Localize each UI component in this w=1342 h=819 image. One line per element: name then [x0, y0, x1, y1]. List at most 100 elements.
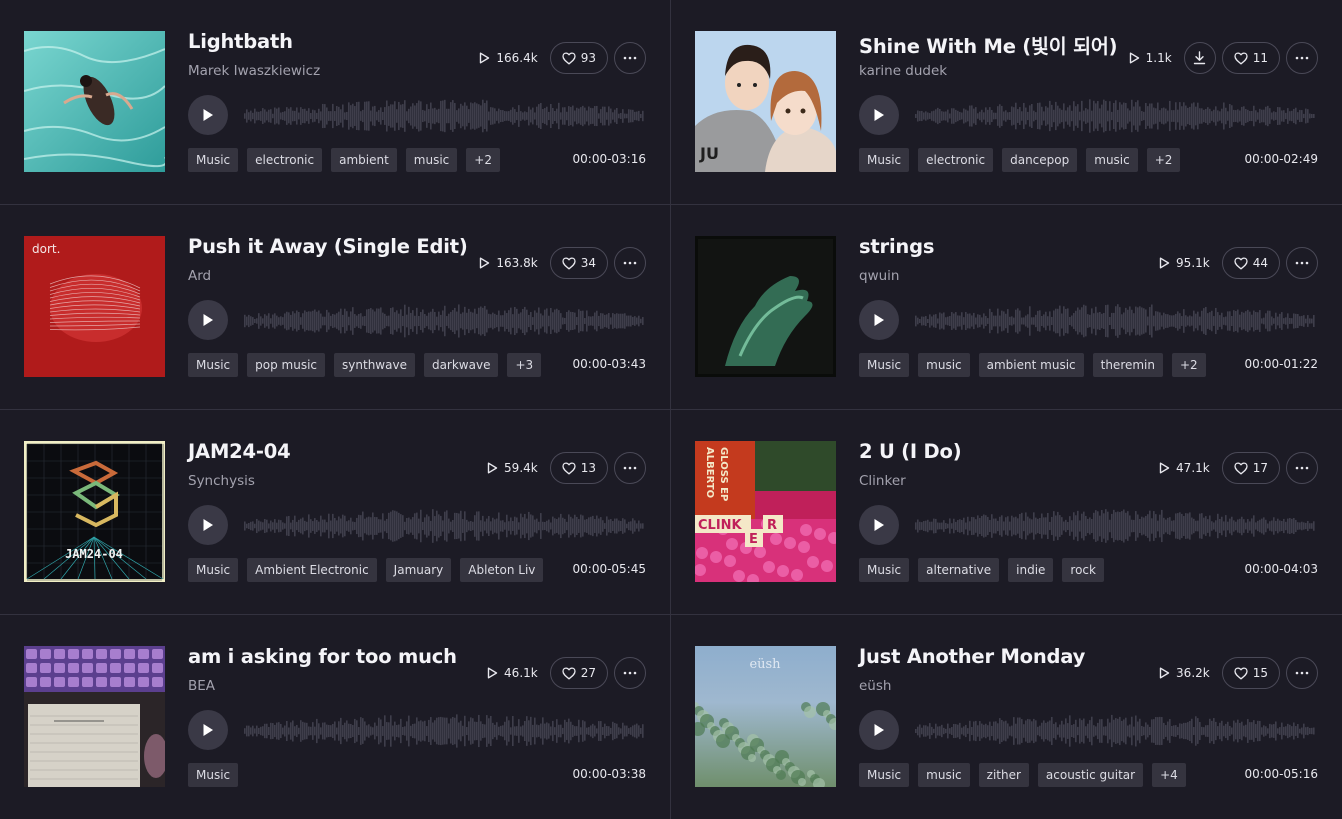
- more-tags-chip[interactable]: +2: [1172, 353, 1206, 377]
- download-button[interactable]: [1183, 42, 1216, 74]
- waveform-bar: [1173, 725, 1175, 737]
- waveform-bar: [1243, 519, 1245, 533]
- waveform-bar: [290, 314, 292, 328]
- album-art[interactable]: ALBERTO GLOSS EP CLINK R E: [695, 441, 836, 582]
- tag-chip[interactable]: theremin: [1092, 353, 1163, 377]
- tag-chip[interactable]: Music: [859, 353, 910, 377]
- more-options-button[interactable]: [1286, 247, 1318, 279]
- album-art[interactable]: [695, 236, 836, 377]
- track-title[interactable]: strings: [859, 235, 934, 258]
- waveform[interactable]: [244, 508, 644, 544]
- play-button[interactable]: [188, 505, 228, 545]
- track-artist[interactable]: eüsh: [859, 678, 891, 694]
- more-tags-chip[interactable]: +2: [466, 148, 500, 172]
- track-title[interactable]: Push it Away (Single Edit): [188, 235, 468, 258]
- waveform-bar: [1155, 311, 1157, 331]
- tag-chip[interactable]: Jamuary: [385, 558, 452, 582]
- play-button[interactable]: [859, 95, 899, 135]
- like-button[interactable]: 27: [549, 657, 608, 689]
- like-button[interactable]: 15: [1221, 657, 1280, 689]
- tag-chip[interactable]: dancepop: [1002, 148, 1078, 172]
- tag-chip[interactable]: Music: [859, 558, 910, 582]
- track-title[interactable]: am i asking for too much: [188, 645, 457, 668]
- track-artist[interactable]: Synchysis: [188, 473, 255, 489]
- tag-chip[interactable]: Ambient Electronic: [247, 558, 377, 582]
- tag-chip[interactable]: music: [918, 353, 970, 377]
- tag-chip[interactable]: pop music: [247, 353, 326, 377]
- track-title[interactable]: Just Another Monday: [859, 645, 1085, 668]
- more-options-button[interactable]: [614, 42, 646, 74]
- waveform-bar: [438, 717, 440, 745]
- more-options-button[interactable]: [1286, 452, 1318, 484]
- track-title[interactable]: Shine With Me (빛이 되어): [859, 30, 1117, 59]
- tag-chip[interactable]: rock: [1062, 558, 1104, 582]
- tag-chip[interactable]: music: [1086, 148, 1138, 172]
- more-options-button[interactable]: [1286, 657, 1318, 689]
- tag-chip[interactable]: Music: [859, 763, 910, 787]
- tag-chip[interactable]: zither: [978, 763, 1029, 787]
- waveform[interactable]: [915, 508, 1315, 544]
- tag-chip[interactable]: acoustic guitar: [1037, 763, 1144, 787]
- tag-chip[interactable]: electronic: [247, 148, 323, 172]
- track-artist[interactable]: qwuin: [859, 268, 899, 284]
- like-button[interactable]: 13: [549, 452, 608, 484]
- tag-chip[interactable]: ambient: [331, 148, 397, 172]
- album-art[interactable]: dort.: [24, 236, 165, 377]
- waveform[interactable]: [915, 303, 1315, 339]
- like-button[interactable]: 11: [1221, 42, 1280, 74]
- like-button[interactable]: 17: [1221, 452, 1280, 484]
- track-artist[interactable]: Ard: [188, 268, 211, 284]
- more-options-button[interactable]: [614, 247, 646, 279]
- tag-chip[interactable]: indie: [1008, 558, 1054, 582]
- waveform-bar: [314, 726, 316, 736]
- album-art[interactable]: JU: [695, 31, 836, 172]
- tag-chip[interactable]: ambient music: [978, 353, 1084, 377]
- like-button[interactable]: 44: [1221, 247, 1280, 279]
- tag-chip[interactable]: alternative: [918, 558, 1000, 582]
- more-options-button[interactable]: [1286, 42, 1318, 74]
- play-button[interactable]: [188, 710, 228, 750]
- like-button[interactable]: 34: [549, 247, 608, 279]
- more-options-button[interactable]: [614, 452, 646, 484]
- play-button[interactable]: [188, 300, 228, 340]
- play-button[interactable]: [859, 505, 899, 545]
- track-artist[interactable]: Marek Iwaszkiewicz: [188, 63, 320, 79]
- play-button[interactable]: [859, 300, 899, 340]
- album-art[interactable]: eüsh: [695, 646, 836, 787]
- track-artist[interactable]: karine dudek: [859, 63, 947, 79]
- tag-chip[interactable]: synthwave: [334, 353, 415, 377]
- tag-chip[interactable]: Music: [188, 353, 239, 377]
- track-title[interactable]: Lightbath: [188, 30, 293, 53]
- tag-chip[interactable]: electronic: [918, 148, 994, 172]
- album-art[interactable]: JAM24-04: [24, 441, 165, 582]
- tag-chip[interactable]: music: [918, 763, 970, 787]
- tag-chip[interactable]: Music: [188, 148, 239, 172]
- like-button[interactable]: 93: [549, 42, 608, 74]
- tag-chip[interactable]: Music: [859, 148, 910, 172]
- waveform[interactable]: [915, 98, 1315, 134]
- waveform-bar: [444, 511, 446, 541]
- waveform-bar: [274, 313, 276, 329]
- track-artist[interactable]: BEA: [188, 678, 215, 694]
- tag-chip[interactable]: Music: [188, 558, 239, 582]
- tag-chip[interactable]: Music: [188, 763, 239, 787]
- tag-chip[interactable]: darkwave: [423, 353, 499, 377]
- waveform[interactable]: [915, 713, 1315, 749]
- more-tags-chip[interactable]: +3: [507, 353, 542, 377]
- album-art[interactable]: [24, 646, 165, 787]
- track-title[interactable]: 2 U (I Do): [859, 440, 962, 463]
- play-button[interactable]: [859, 710, 899, 750]
- waveform[interactable]: [244, 98, 644, 134]
- more-tags-chip[interactable]: +4: [1152, 763, 1186, 787]
- more-tags-chip[interactable]: +2: [1146, 148, 1181, 172]
- tag-chip[interactable]: music: [405, 148, 458, 172]
- track-artist[interactable]: Clinker: [859, 473, 906, 489]
- play-button[interactable]: [188, 95, 228, 135]
- waveform[interactable]: [244, 303, 644, 339]
- waveform[interactable]: [244, 713, 644, 749]
- waveform-bar: [1165, 519, 1167, 533]
- track-title[interactable]: JAM24-04: [188, 440, 291, 463]
- album-art[interactable]: [24, 31, 165, 172]
- more-options-button[interactable]: [614, 657, 646, 689]
- tag-chip[interactable]: Ableton Liv: [460, 558, 544, 582]
